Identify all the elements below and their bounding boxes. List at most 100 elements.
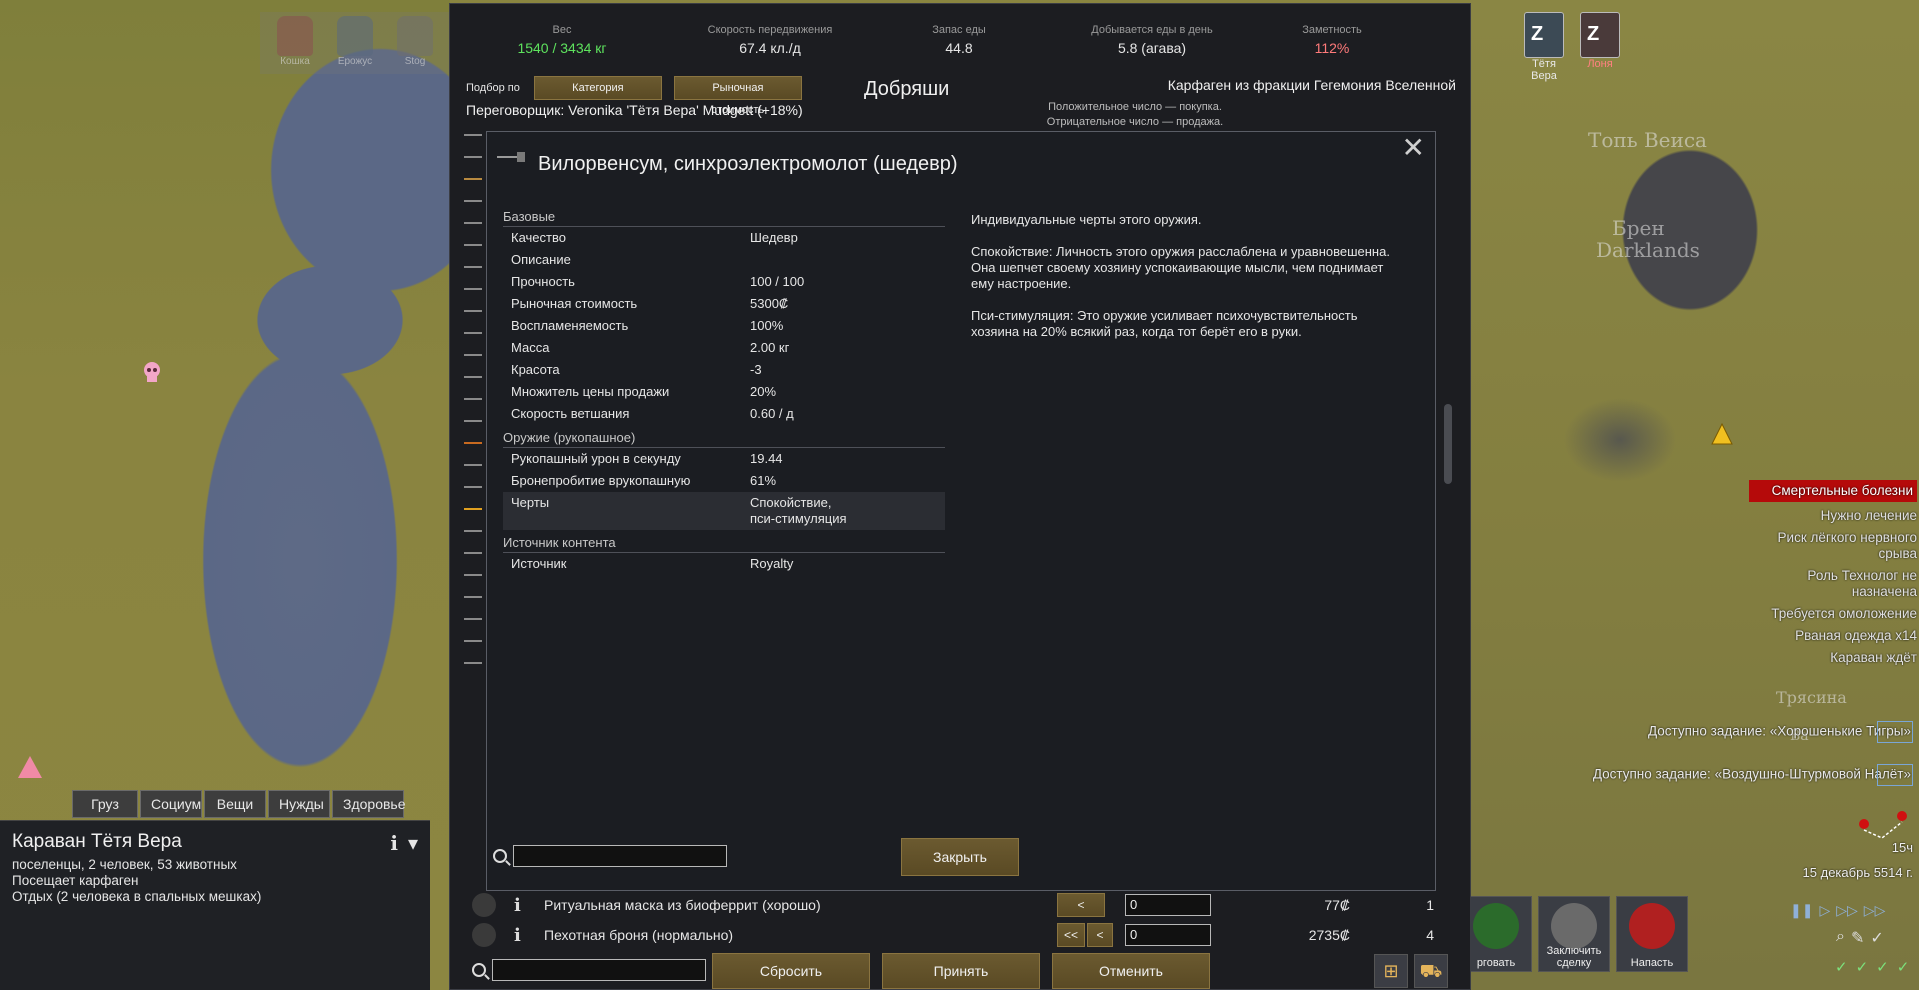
trade-hint: Положительное число — покупка. Отрицател…: [1010, 100, 1260, 130]
cart-icon[interactable]: ⛟: [1414, 954, 1448, 988]
sort-row: Подбор по Категория Рыночная стоимость: [466, 76, 802, 116]
play-icon[interactable]: ▷: [1819, 902, 1830, 919]
stat-key: Источник: [511, 556, 567, 571]
transfer-all-left-button[interactable]: <<: [1057, 923, 1086, 947]
rename-icon[interactable]: ▾: [408, 831, 418, 856]
quest-notification[interactable]: Доступно задание: «Воздушно-Штурмовой На…: [1593, 764, 1913, 786]
colonist-figure-icon: Z: [1524, 12, 1564, 58]
caravan-marker-icon[interactable]: [1711, 422, 1733, 446]
tab-items[interactable]: Вещи: [204, 790, 266, 818]
toggle-icon[interactable]: ✓: [1897, 958, 1910, 976]
stat-row[interactable]: Прочность 100 / 100: [503, 271, 945, 293]
hint-line: Отрицательное число — продажа.: [1046, 116, 1224, 128]
toggle-icon[interactable]: ✓: [1856, 958, 1869, 976]
map-tools: ⌕ ✎ ✓: [1836, 928, 1884, 948]
colonist-portrait[interactable]: Z Лоня: [1576, 12, 1624, 72]
quest-text: Доступно задание: «Хорошенькие Тигры»: [1647, 723, 1911, 739]
stat-value: -3: [750, 362, 762, 377]
stat-value: 2.00 кг: [750, 340, 790, 355]
alert-item[interactable]: Смертельные болезни: [1749, 480, 1917, 502]
info-icon[interactable]: i: [514, 895, 532, 916]
date-readout: 15ч 15 декабрь 5514 г.: [1803, 840, 1913, 880]
colonist-portrait[interactable]: Z Тётя Вера: [1520, 12, 1568, 82]
toggle-icon[interactable]: ✓: [1835, 958, 1848, 976]
stat-row[interactable]: Воспламеняемость 100%: [503, 315, 945, 337]
item-thumb-icon: [464, 596, 482, 598]
reset-button[interactable]: Сбросить: [712, 953, 870, 989]
search-input[interactable]: [513, 845, 727, 867]
item-thumb-icon: [464, 574, 482, 576]
tab-needs[interactable]: Нужды: [268, 790, 330, 818]
alert-item[interactable]: Риск лёгкого нервного срыва: [1757, 530, 1917, 562]
stat-row[interactable]: Бронепробитие врукопашную 61%: [503, 470, 945, 492]
stat-row[interactable]: Рыночная стоимость 5300₡: [503, 293, 945, 315]
alert-item[interactable]: Караван ждёт: [1757, 650, 1917, 666]
alert-item[interactable]: Требуется омоложение: [1757, 606, 1917, 622]
scrollbar-thumb[interactable]: [1444, 404, 1452, 484]
stat-row[interactable]: Множитель цены продажи 20%: [503, 381, 945, 403]
deal-button[interactable]: Заключить сделку: [1538, 896, 1610, 972]
stat-key: Красота: [511, 362, 560, 377]
alert-item[interactable]: Роль Технолог не назначена: [1757, 568, 1917, 600]
skull-marker-icon[interactable]: [140, 360, 164, 388]
description-paragraph: Пси-стимуляция: Это оружие усиливает пси…: [971, 308, 1358, 339]
stat-row[interactable]: Описание: [503, 249, 945, 271]
attack-button[interactable]: Напасть: [1616, 896, 1688, 972]
stat-row-selected[interactable]: Черты Спокойствие, пси-стимуляция: [503, 492, 945, 530]
item-thumb-icon: [464, 134, 482, 136]
pause-icon[interactable]: ❚❚: [1790, 902, 1813, 919]
trade-scrollbar[interactable]: [1444, 164, 1454, 944]
accept-button[interactable]: Принять: [882, 953, 1040, 989]
stat-label: Запас еды: [932, 24, 986, 36]
transfer-left-button[interactable]: <: [1057, 893, 1105, 917]
alert-item[interactable]: Рваная одежда x14: [1757, 628, 1917, 644]
tab-social[interactable]: Социум: [140, 790, 202, 818]
zoom-icon[interactable]: ⌕: [1836, 928, 1845, 948]
settlement-marker-icon[interactable]: [16, 754, 44, 780]
stat-weight: Вес 1540 / 3434 кг: [450, 24, 674, 56]
trade-side-icons: ⊞ ⛟: [1374, 954, 1448, 988]
fast-icon[interactable]: ▷▷: [1836, 902, 1858, 919]
item-thumb-icon: [464, 156, 482, 158]
colonist-portrait[interactable]: Ерожус: [330, 16, 380, 76]
sort-market-value-button[interactable]: Рыночная стоимость: [673, 76, 802, 116]
colonist-figure-icon: Z: [1580, 12, 1620, 58]
superfast-icon[interactable]: ▷▷: [1864, 902, 1886, 919]
tab-cargo[interactable]: Груз: [72, 790, 138, 818]
pen-icon[interactable]: ✎: [1851, 928, 1864, 948]
item-list-icons: [464, 134, 484, 684]
cancel-button[interactable]: Отменить: [1052, 953, 1210, 989]
close-icon[interactable]: ✕: [1402, 134, 1425, 162]
gift-icon[interactable]: ⊞: [1374, 954, 1408, 988]
alert-item[interactable]: Нужно лечение: [1757, 508, 1917, 524]
stat-row[interactable]: Рукопашный урон в секунду 19.44: [503, 448, 945, 470]
stat-row[interactable]: Масса 2.00 кг: [503, 337, 945, 359]
item-thumb-icon: [464, 552, 482, 554]
item-count: 1: [1426, 897, 1434, 913]
item-thumb-icon: [464, 618, 482, 620]
quantity-field[interactable]: 0: [1125, 924, 1211, 946]
search-input[interactable]: [492, 959, 706, 981]
quantity-field[interactable]: 0: [1125, 894, 1211, 916]
colonist-figure-icon: [277, 16, 313, 56]
transfer-left-button[interactable]: <: [1087, 923, 1114, 947]
stat-row[interactable]: Скорость ветшания 0.60 / д: [503, 403, 945, 425]
stat-row[interactable]: Качество Шедевр: [503, 227, 945, 249]
stat-value: 5300₡: [750, 296, 789, 311]
tab-health[interactable]: Здоровье: [332, 790, 406, 818]
colonist-portrait[interactable]: Кошка: [270, 16, 320, 76]
stat-row[interactable]: Источник Royalty: [503, 553, 945, 575]
toggle-icon[interactable]: ✓: [1876, 958, 1889, 976]
sort-category-button[interactable]: Категория: [533, 76, 662, 100]
check-icon[interactable]: ✓: [1870, 928, 1883, 948]
stat-label: Вес: [552, 24, 572, 36]
colonist-portrait[interactable]: Stog: [390, 16, 440, 76]
item-thumb-icon: [464, 222, 482, 224]
info-icon[interactable]: i: [514, 925, 532, 946]
stat-row[interactable]: Красота -3: [503, 359, 945, 381]
info-icon[interactable]: i: [390, 831, 398, 856]
stat-value: 44.8: [945, 40, 973, 56]
trade-row: i Пехотная броня (нормально) << < 0 2735…: [460, 920, 1460, 950]
close-button[interactable]: Закрыть: [901, 838, 1019, 876]
quest-notification[interactable]: Доступно задание: «Хорошенькие Тигры»: [1648, 721, 1913, 743]
